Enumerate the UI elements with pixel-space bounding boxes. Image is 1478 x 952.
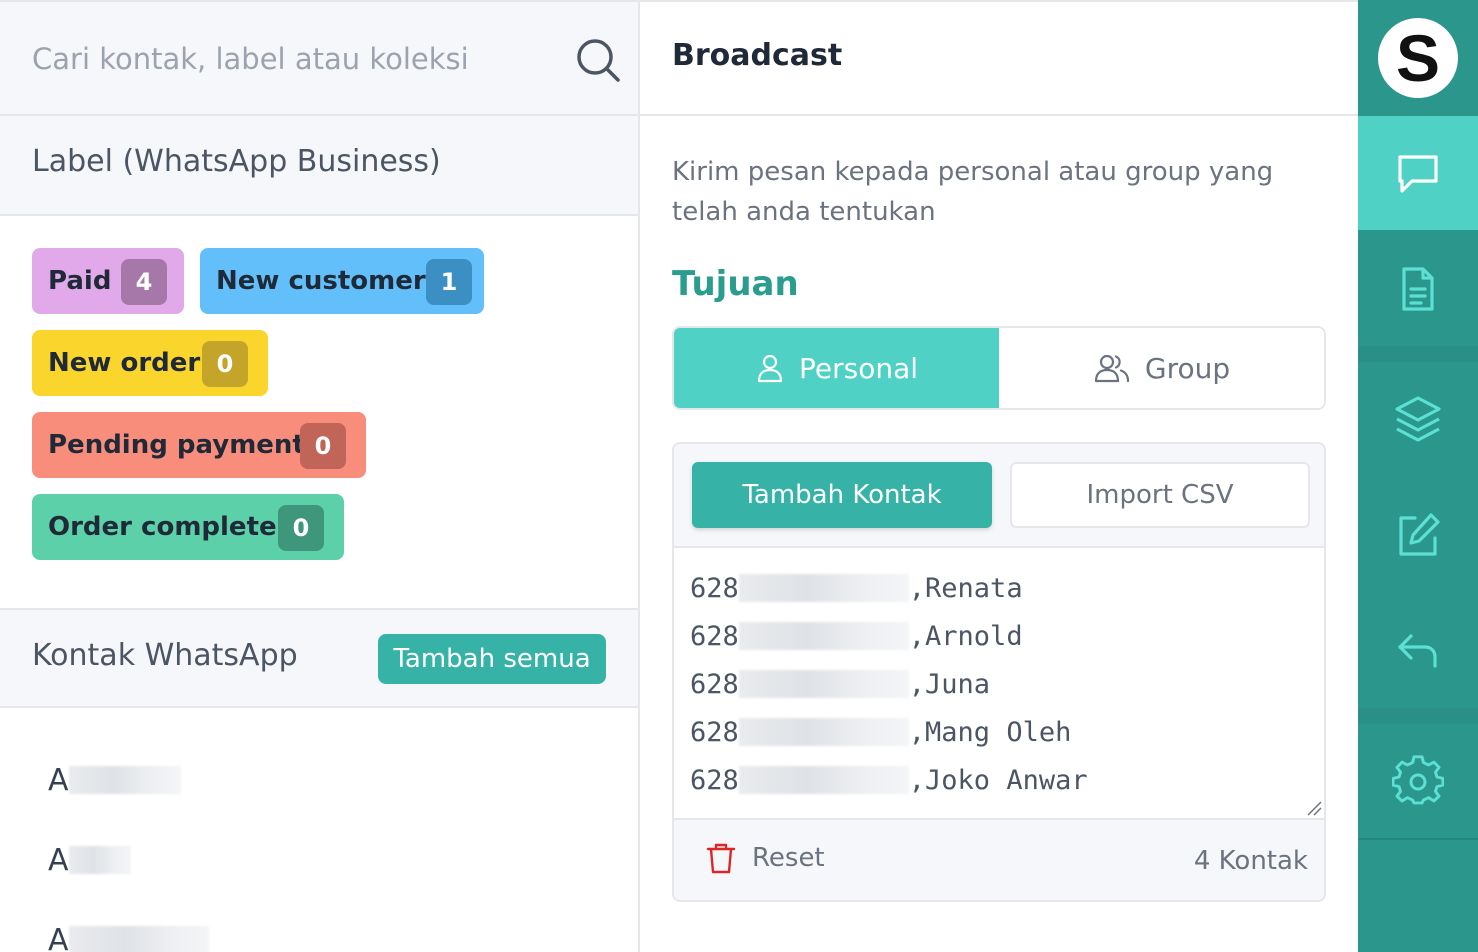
- recipient-name: ,Juna: [908, 668, 991, 700]
- nav-divider: [1358, 708, 1478, 724]
- contact-list-item[interactable]: A: [48, 920, 209, 952]
- label-chip-new-order[interactable]: New order 0: [32, 330, 268, 396]
- phone-prefix: 628: [690, 764, 739, 796]
- nav-divider: [1358, 838, 1478, 840]
- recipient-name: ,Joko Anwar: [908, 764, 1088, 796]
- tab-label: Group: [1144, 351, 1231, 385]
- add-contact-button[interactable]: Tambah Kontak: [692, 462, 992, 528]
- reset-button[interactable]: Reset: [706, 842, 825, 874]
- logo-tile: S: [1358, 0, 1478, 114]
- broadcast-header: Broadcast: [640, 2, 1358, 116]
- label-chip-name: New order: [48, 348, 201, 378]
- contact-name: A: [48, 842, 69, 878]
- nav-settings[interactable]: [1358, 724, 1478, 838]
- redacted-phone: [738, 670, 909, 698]
- recipient-name: ,Mang Oleh: [908, 716, 1072, 748]
- recipient-line-cut-off: [690, 804, 1050, 818]
- user-icon: [757, 354, 783, 383]
- app-logo: S: [1378, 18, 1458, 98]
- redacted-name: [68, 926, 209, 952]
- contacts-section-header: Kontak WhatsApp Tambah semua: [0, 608, 638, 708]
- nav-reply[interactable]: [1358, 594, 1478, 708]
- recipient-name: ,Renata: [908, 572, 1023, 604]
- layers-icon: [1395, 396, 1441, 442]
- tab-personal[interactable]: Personal: [674, 328, 999, 408]
- import-csv-button[interactable]: Import CSV: [1010, 462, 1310, 528]
- label-section-header: Label (WhatsApp Business): [0, 116, 638, 216]
- label-chip-pending-payment[interactable]: Pending payment 0: [32, 412, 366, 478]
- redacted-phone: [738, 574, 909, 602]
- redacted-phone: [738, 718, 909, 746]
- recipient-line: 628 ,Juna: [690, 664, 990, 704]
- phone-prefix: 628: [690, 668, 739, 700]
- broadcast-description: Kirim pesan kepada personal atau group y…: [672, 157, 1274, 227]
- page-title: Broadcast: [672, 38, 843, 73]
- contact-list-item[interactable]: A: [48, 760, 181, 800]
- label-chip-order-complete[interactable]: Order complete 0: [32, 494, 344, 560]
- recipient-line: 628 ,Mang Oleh: [690, 712, 1071, 752]
- label-chip-name: Pending payment: [48, 430, 305, 460]
- tab-label: Personal: [798, 351, 919, 385]
- nav-document[interactable]: [1358, 232, 1478, 346]
- nav-divider: [1358, 346, 1478, 362]
- recipients-card: Tambah Kontak Import CSV 628 ,Renata 628,…: [672, 442, 1326, 902]
- recipient-name: ,Arnold: [908, 620, 1023, 652]
- label-chip-new-customer[interactable]: New customer 1: [200, 248, 484, 314]
- label-chip-count: 0: [202, 341, 248, 387]
- phone-prefix: 628: [690, 620, 739, 652]
- tujuan-heading: Tujuan: [672, 264, 799, 304]
- label-chip-count: 1: [426, 259, 472, 305]
- phone-prefix: 628: [690, 572, 739, 604]
- contacts-section-title: Kontak WhatsApp: [32, 638, 298, 673]
- users-icon: [1094, 354, 1129, 383]
- redacted-name: [68, 766, 181, 794]
- redacted-phone: [738, 766, 909, 794]
- nav-chat[interactable]: [1358, 116, 1478, 230]
- redacted-phone: [738, 622, 909, 650]
- contact-name: A: [48, 922, 69, 952]
- trash-icon: [706, 843, 736, 874]
- label-chip-count: 0: [278, 505, 324, 551]
- add-all-button[interactable]: Tambah semua: [378, 634, 606, 684]
- nav-edit[interactable]: [1358, 478, 1478, 592]
- nav-layers[interactable]: [1358, 362, 1478, 476]
- label-chip-name: Paid: [48, 266, 112, 296]
- reply-icon: [1398, 634, 1437, 668]
- chat-icon: [1398, 155, 1438, 193]
- label-chip-count: 4: [121, 259, 167, 305]
- label-chip-name: Order complete: [48, 512, 277, 542]
- label-section-title: Label (WhatsApp Business): [32, 144, 441, 179]
- resize-handle-icon[interactable]: [1306, 800, 1322, 816]
- phone-prefix: 628: [690, 716, 739, 748]
- recipient-line: 628 ,Joko Anwar: [690, 760, 1088, 800]
- contacts-panel: Label (WhatsApp Business) Paid 4 New cus…: [0, 0, 640, 952]
- recipients-textarea[interactable]: 628 ,Renata 628 ,Arnold 628 ,Juna 628 ,Mang …: [674, 546, 1324, 820]
- document-icon: [1402, 267, 1434, 311]
- settings-icon: [1392, 755, 1444, 805]
- tab-group[interactable]: Group: [999, 328, 1324, 408]
- edit-icon: [1399, 513, 1440, 556]
- nav-sidebar: S: [1358, 0, 1478, 952]
- reset-label: Reset: [752, 843, 825, 873]
- redacted-name: [68, 846, 131, 874]
- contact-count: 4 Kontak: [1193, 846, 1308, 876]
- recipients-footer: Reset 4 Kontak: [674, 820, 1324, 900]
- broadcast-panel: Broadcast Kirim pesan kepada personal at…: [640, 0, 1358, 952]
- label-chip-paid[interactable]: Paid 4: [32, 248, 184, 314]
- search-bar: [0, 2, 638, 116]
- recipient-line: 628 ,Arnold: [690, 616, 1023, 656]
- recipient-line: 628 ,Renata: [690, 568, 1023, 608]
- label-chip-count: 0: [300, 423, 346, 469]
- contact-list-item[interactable]: A: [48, 840, 131, 880]
- search-input[interactable]: [32, 34, 552, 84]
- label-chip-name: New customer: [216, 266, 426, 296]
- recipient-type-toggle: Personal Group: [672, 326, 1326, 410]
- contact-name: A: [48, 762, 69, 798]
- search-icon[interactable]: [574, 36, 622, 84]
